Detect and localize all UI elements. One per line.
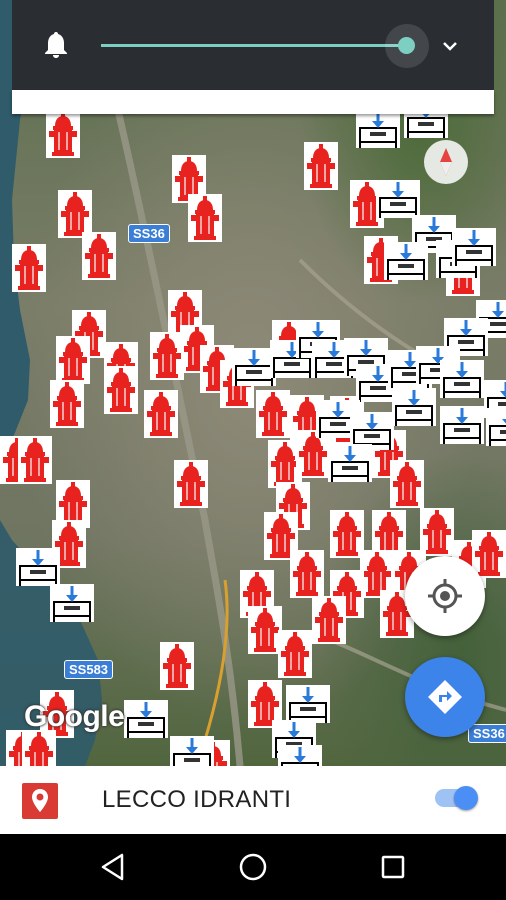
flow-sensor-icon[interactable]	[328, 444, 372, 482]
flow-sensor-icon[interactable]	[440, 406, 484, 444]
flow-sensor-icon[interactable]	[486, 408, 506, 446]
flow-sensor-icon[interactable]	[392, 388, 436, 426]
hydrant-icon[interactable]	[420, 508, 454, 556]
flow-sensor-icon[interactable]	[170, 736, 214, 766]
hydrant-icon[interactable]	[22, 730, 56, 766]
hydrant-icon[interactable]	[248, 606, 282, 654]
system-navigation-bar	[0, 834, 506, 900]
hydrant-icon[interactable]	[56, 336, 90, 384]
hydrant-icon[interactable]	[256, 390, 290, 438]
home-circle-icon[interactable]	[237, 851, 269, 883]
hydrant-icon[interactable]	[188, 194, 222, 242]
hydrant-icon[interactable]	[46, 110, 80, 158]
directions-button[interactable]	[405, 657, 485, 737]
map-pin-icon	[22, 783, 58, 819]
flow-sensor-icon[interactable]	[376, 180, 420, 218]
hydrant-icon[interactable]	[174, 460, 208, 508]
flow-sensor-icon[interactable]	[356, 110, 400, 148]
compass-icon[interactable]	[424, 140, 468, 184]
hydrant-icon[interactable]	[150, 332, 184, 380]
hydrant-icon[interactable]	[58, 190, 92, 238]
layer-name-label: LECCO IDRANTI	[102, 786, 292, 813]
back-triangle-icon[interactable]	[97, 851, 129, 883]
hydrant-icon[interactable]	[82, 232, 116, 280]
flow-sensor-icon[interactable]	[440, 360, 484, 398]
flow-sensor-icon[interactable]	[286, 685, 330, 723]
my-location-button[interactable]	[405, 556, 485, 636]
flow-sensor-icon[interactable]	[278, 745, 322, 766]
directions-icon	[428, 680, 462, 714]
flow-sensor-icon[interactable]	[50, 584, 94, 622]
bell-icon[interactable]	[42, 30, 70, 60]
opacity-slider-thumb[interactable]	[398, 37, 415, 54]
hydrant-icon[interactable]	[330, 510, 364, 558]
recents-square-icon[interactable]	[377, 851, 409, 883]
flow-sensor-icon[interactable]	[452, 228, 496, 266]
flow-sensor-icon[interactable]	[384, 242, 428, 280]
layer-toggle-thumb[interactable]	[454, 786, 478, 810]
road-label-ss36: SS36	[128, 224, 170, 243]
opacity-control-bar	[12, 0, 494, 90]
hydrant-icon[interactable]	[144, 390, 178, 438]
hydrant-icon[interactable]	[12, 244, 46, 292]
layer-bar: LECCO IDRANTI	[0, 766, 506, 834]
hydrant-icon[interactable]	[390, 460, 424, 508]
hydrant-icon[interactable]	[312, 596, 346, 644]
chevron-down-icon[interactable]	[440, 36, 460, 56]
flow-sensor-icon[interactable]	[124, 700, 168, 738]
hydrant-icon[interactable]	[50, 380, 84, 428]
my-location-icon	[428, 579, 462, 613]
road-label-ss583: SS583	[64, 660, 114, 679]
opacity-bar-shadow	[12, 90, 494, 114]
google-logo: Google	[24, 700, 125, 733]
hydrant-icon[interactable]	[104, 366, 138, 414]
hydrant-icon[interactable]	[160, 642, 194, 690]
hydrant-icon[interactable]	[304, 142, 338, 190]
hydrant-icon[interactable]	[290, 550, 324, 598]
hydrant-icon[interactable]	[18, 436, 52, 484]
map-view[interactable]: SS36 SS583 SS36 Google	[0, 0, 506, 766]
opacity-slider-track[interactable]	[101, 44, 407, 47]
flow-sensor-icon[interactable]	[16, 548, 60, 586]
hydrant-icon[interactable]	[278, 630, 312, 678]
